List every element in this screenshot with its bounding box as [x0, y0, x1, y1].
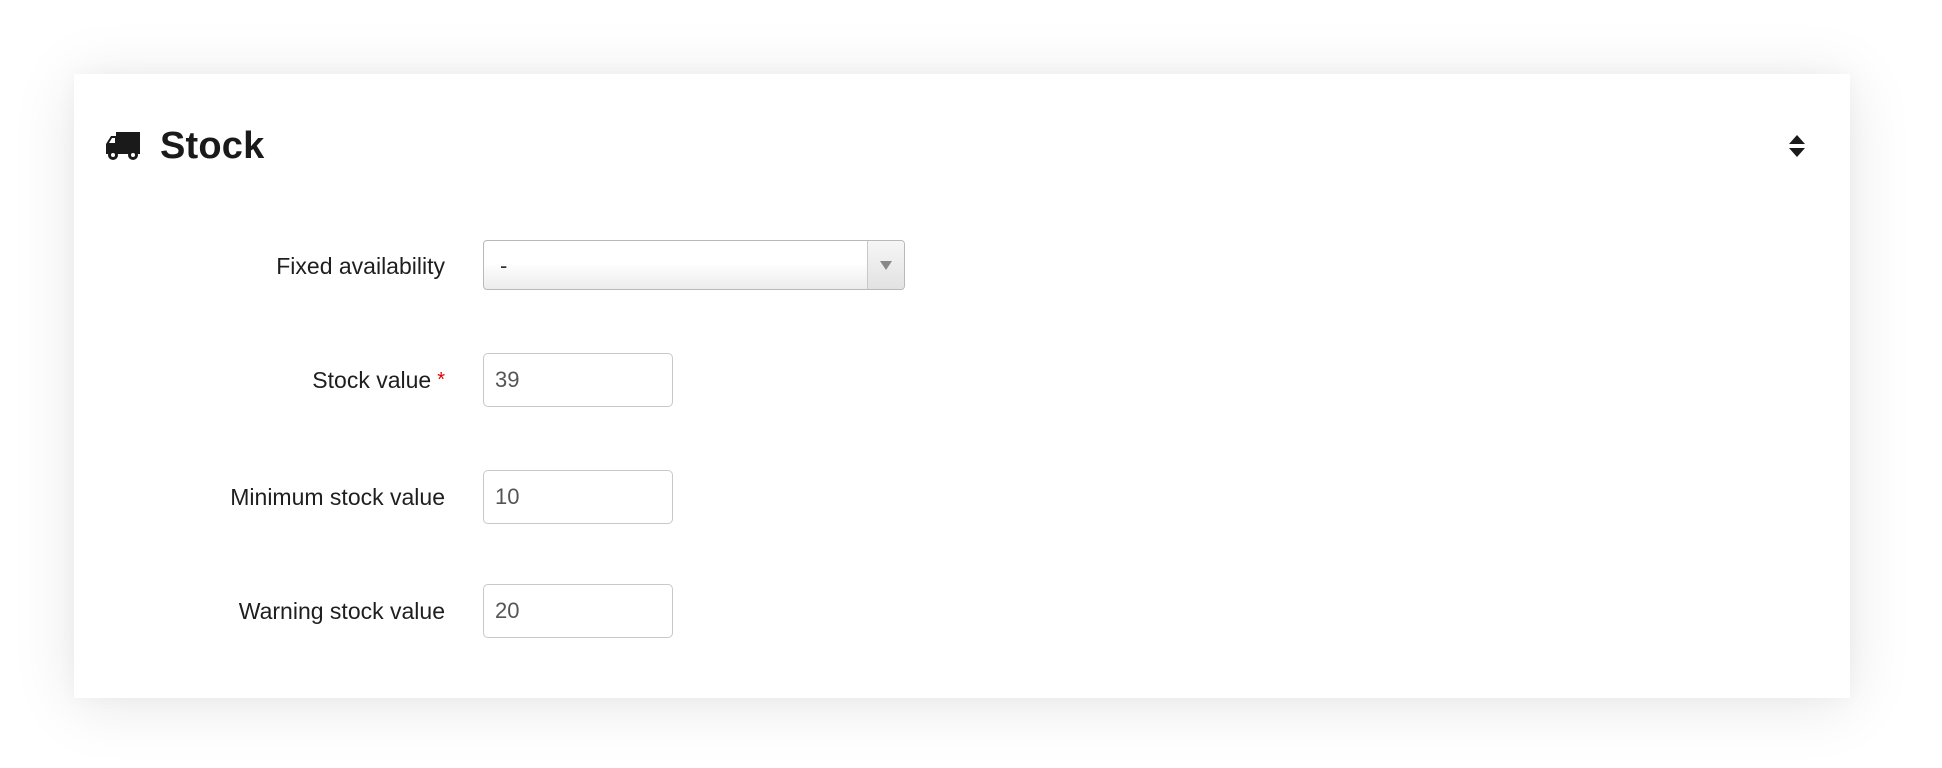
- warning-stock-value-input[interactable]: [483, 584, 673, 638]
- minimum-stock-value-input[interactable]: [483, 470, 673, 524]
- stock-value-label: Stock value *: [312, 367, 445, 393]
- fixed-availability-selected-value: -: [500, 253, 508, 278]
- chevron-down-icon: [880, 261, 892, 270]
- fixed-availability-label: Fixed availability: [276, 253, 445, 279]
- stock-panel: Stock Fixed availability - Stock value * …: [74, 74, 1850, 698]
- stock-value-row: Stock value *: [74, 353, 1074, 407]
- minimum-stock-value-label: Minimum stock value: [230, 484, 445, 510]
- panel-title: Stock: [160, 124, 265, 167]
- warning-stock-value-row: Warning stock value: [74, 584, 1074, 638]
- panel-header: Stock: [104, 120, 264, 172]
- sort-icon[interactable]: [1788, 133, 1806, 159]
- fixed-availability-select[interactable]: -: [483, 240, 905, 290]
- required-indicator: *: [437, 369, 445, 391]
- fixed-availability-row: Fixed availability -: [74, 239, 1074, 293]
- warning-stock-value-label: Warning stock value: [238, 598, 445, 624]
- select-dropdown-toggle[interactable]: [867, 241, 904, 289]
- stock-value-input[interactable]: [483, 353, 673, 407]
- minimum-stock-value-row: Minimum stock value: [74, 470, 1074, 524]
- truck-icon: [106, 132, 140, 160]
